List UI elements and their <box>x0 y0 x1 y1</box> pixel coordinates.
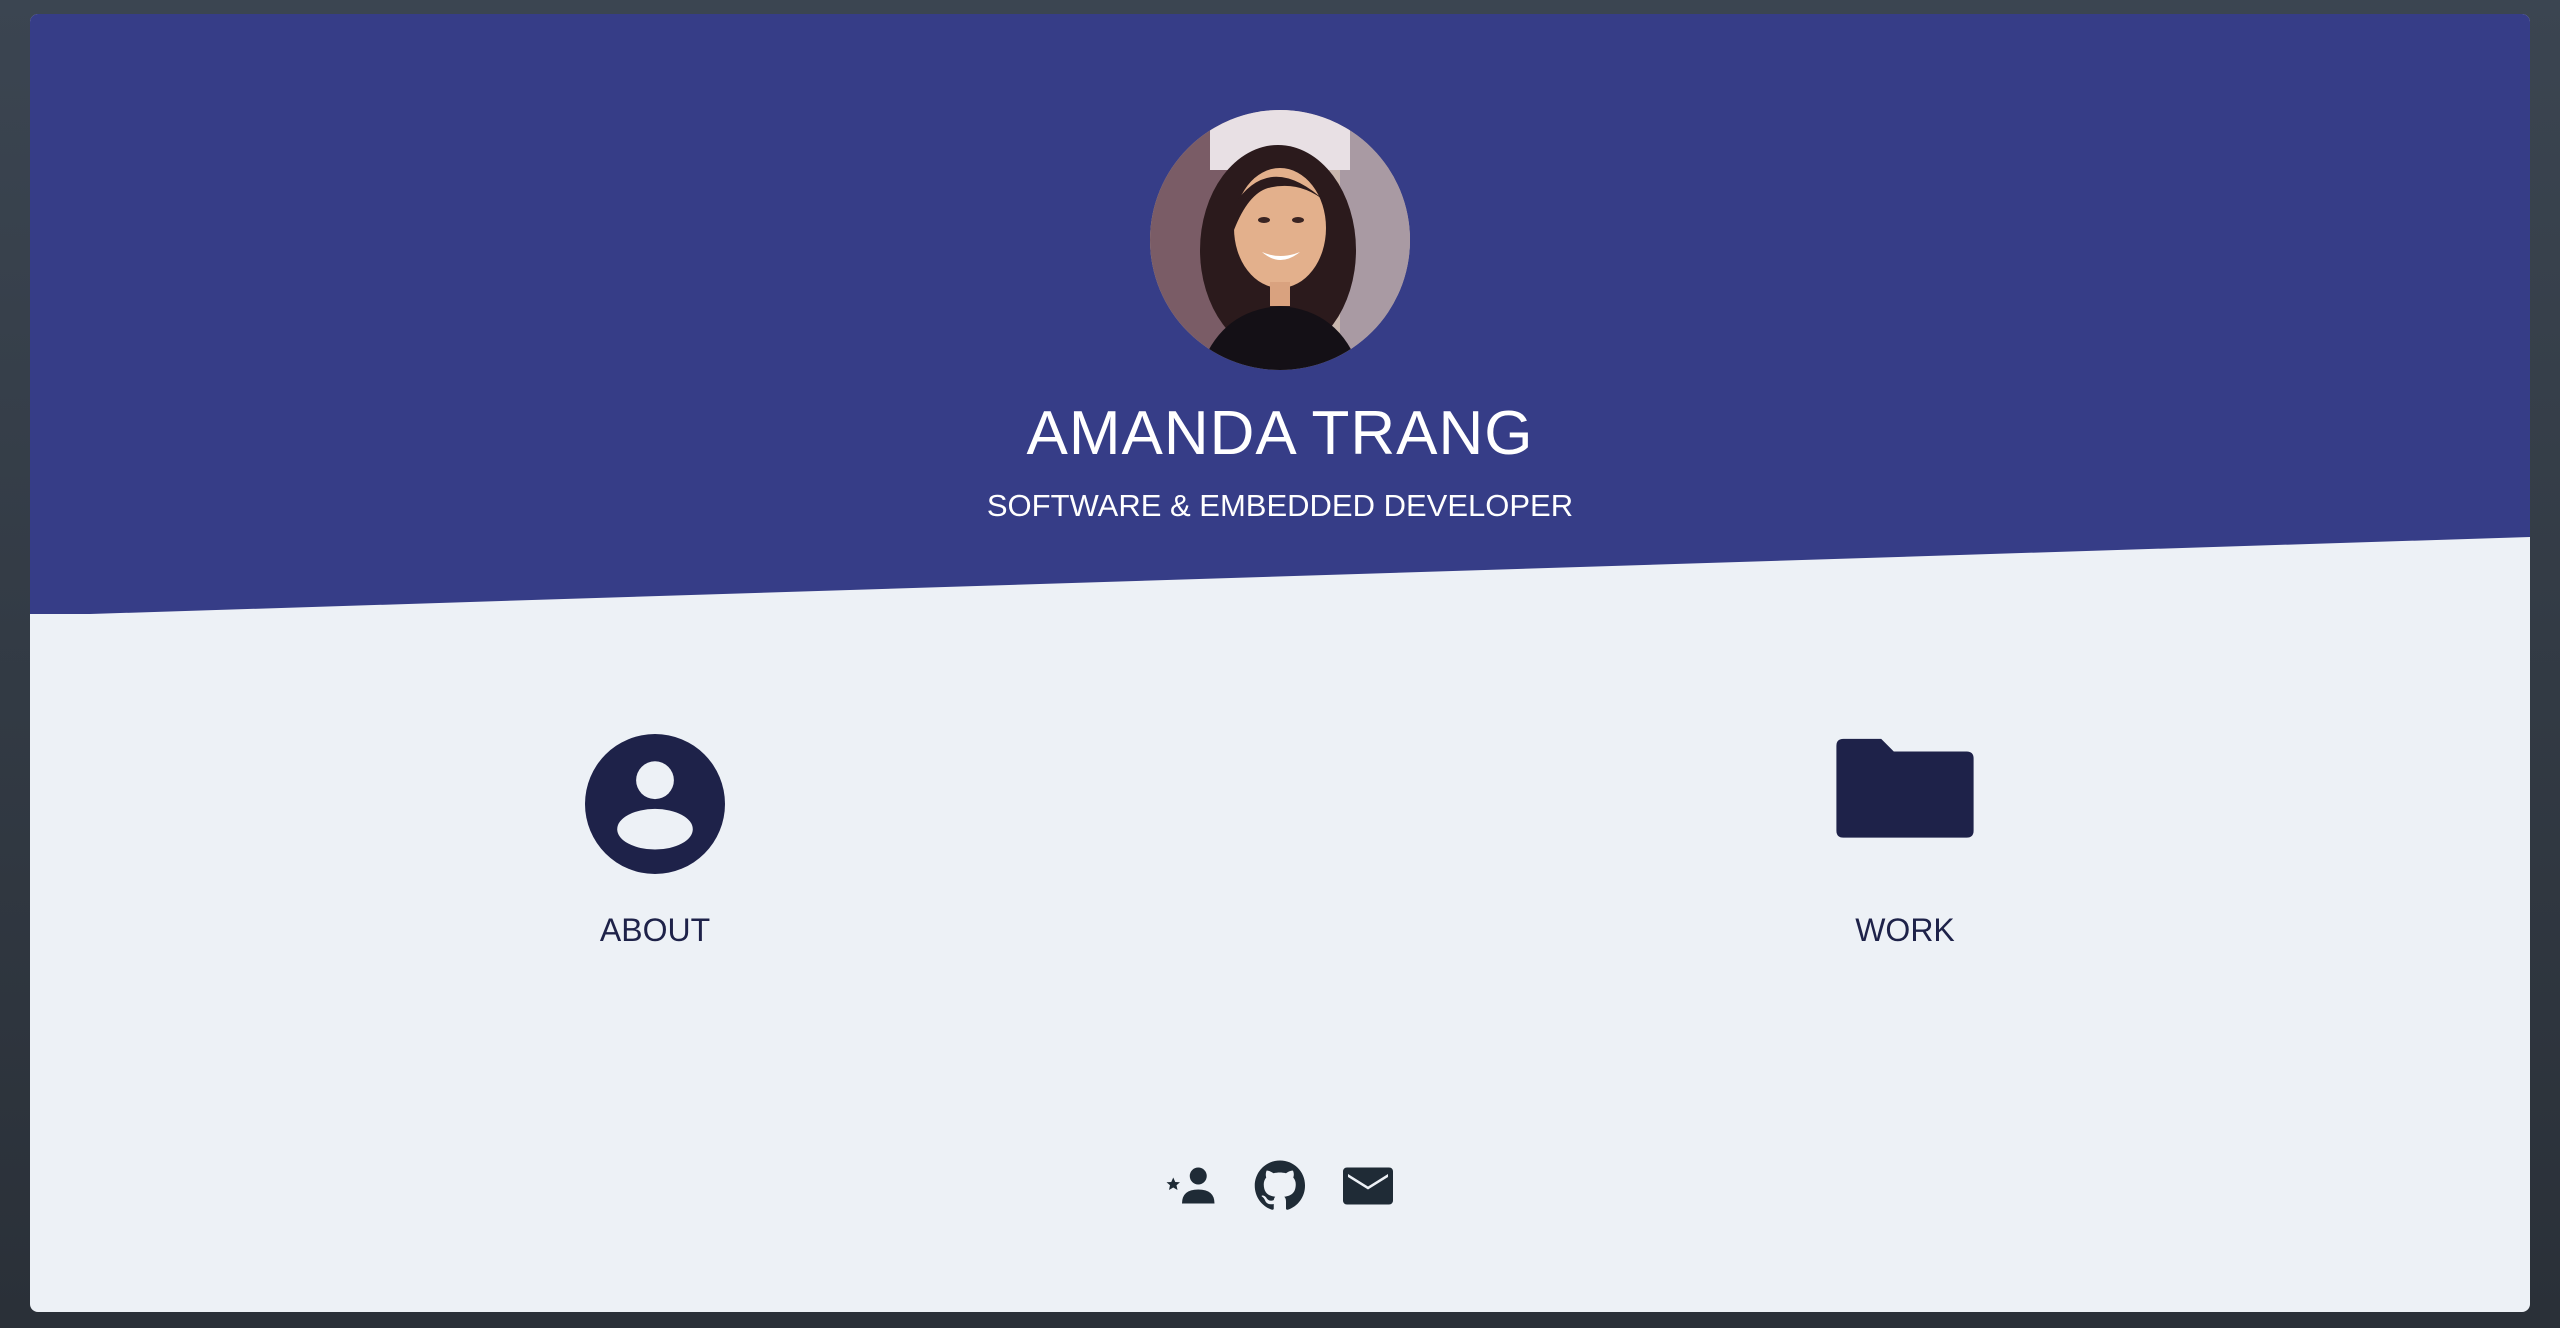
work-label: WORK <box>1855 912 1955 948</box>
person-star-icon <box>1166 1167 1215 1204</box>
profile-title: SOFTWARE & EMBEDDED DEVELOPER <box>986 488 1574 523</box>
github-link[interactable] <box>1250 1156 1310 1216</box>
profile-photo <box>1150 110 1410 370</box>
email-icon <box>1343 1167 1393 1205</box>
about-nav-button[interactable]: ABOUT <box>535 720 775 960</box>
avatar <box>1150 110 1410 370</box>
about-label: ABOUT <box>599 912 711 948</box>
profile-name: AMANDA TRANG <box>1026 399 1534 468</box>
account-circle-icon <box>585 734 725 874</box>
resume-link[interactable] <box>1162 1156 1222 1216</box>
folder-icon <box>1836 738 1974 838</box>
hero-banner: AMANDA TRANG SOFTWARE & EMBEDDED DEVELOP… <box>30 14 2530 614</box>
github-icon <box>1254 1160 1306 1210</box>
page-window: AMANDA TRANG SOFTWARE & EMBEDDED DEVELOP… <box>30 14 2530 1312</box>
email-link[interactable] <box>1338 1156 1398 1216</box>
work-nav-button[interactable]: WORK <box>1785 720 2025 960</box>
